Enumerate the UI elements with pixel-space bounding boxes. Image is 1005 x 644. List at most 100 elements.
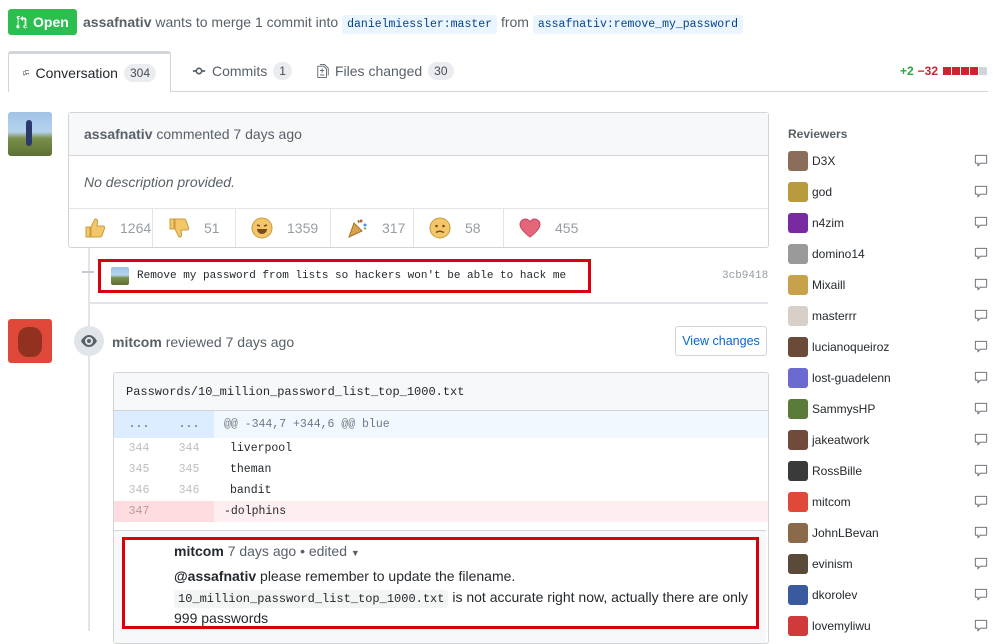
reviewer-name[interactable]: lost-guadelenn (812, 371, 970, 385)
reviewer-avatar[interactable] (788, 213, 808, 233)
pr-author-link[interactable]: assafnativ (83, 14, 151, 30)
reviewer-avatar[interactable] (788, 244, 808, 264)
tab-files-changed[interactable]: Files changed 30 (303, 51, 468, 90)
comment-icon[interactable] (974, 154, 988, 168)
head-branch[interactable]: assafnativ:remove_my_password (532, 15, 743, 34)
comment-icon[interactable] (974, 278, 988, 292)
reviewer-item[interactable]: domino14 (788, 244, 988, 264)
old-line-number[interactable]: 345 (114, 459, 164, 480)
reviewer-name[interactable]: god (812, 185, 970, 199)
new-line-number[interactable]: 344 (164, 438, 214, 459)
reviewer-item[interactable]: evinism (788, 554, 988, 574)
comment-author[interactable]: assafnativ (84, 126, 152, 142)
reviewer-avatar[interactable] (788, 151, 808, 171)
expand-up-button[interactable]: ... (114, 411, 164, 438)
reviewer-item[interactable]: JohnLBevan (788, 523, 988, 543)
reaction-hooray[interactable]: 317 (331, 209, 414, 247)
reviewer-avatar[interactable] (788, 554, 808, 574)
reviewer-avatar[interactable] (788, 616, 808, 636)
reviewer-item[interactable]: lucianoqueiroz (788, 337, 988, 357)
expand-down-button[interactable]: ... (164, 411, 214, 438)
commit-message[interactable]: Remove my password from lists so hackers… (137, 270, 566, 282)
reaction-hooray-count: 317 (382, 220, 406, 236)
reaction-thumbs-up[interactable]: 1264 (69, 209, 153, 247)
reaction-heart[interactable]: 455 (504, 209, 587, 247)
tab-conversation[interactable]: Conversation 304 (8, 51, 171, 92)
reviewer-name[interactable]: D3X (812, 154, 970, 168)
reviewer-name[interactable]: domino14 (812, 247, 970, 261)
reactions-bar: 1264 51 1359 317 58 455 (69, 209, 768, 247)
reviewers-title[interactable]: Reviewers (788, 127, 847, 141)
comment-icon[interactable] (974, 588, 988, 602)
reviewer-item[interactable]: lovemyliwu (788, 616, 988, 636)
comment-icon[interactable] (974, 526, 988, 540)
old-line-number[interactable]: 346 (114, 480, 164, 501)
reviewer-name[interactable]: masterrr (812, 309, 970, 323)
reviewer-name[interactable]: jakeatwork (812, 433, 970, 447)
reviewer-item[interactable]: jakeatwork (788, 430, 988, 450)
reaction-laugh[interactable]: 1359 (236, 209, 331, 247)
reviewer-name[interactable]: evinism (812, 557, 970, 571)
reviewer-avatar[interactable] (788, 337, 808, 357)
new-line-number[interactable]: 345 (164, 459, 214, 480)
reviewer-name[interactable]: JohnLBevan (812, 526, 970, 540)
reviewer-avatar[interactable] (788, 430, 808, 450)
file-path[interactable]: Passwords/10_million_password_list_top_1… (114, 373, 768, 411)
comment-icon[interactable] (974, 371, 988, 385)
review-author[interactable]: mitcom (112, 334, 162, 350)
comment-icon[interactable] (974, 340, 988, 354)
comment-icon[interactable] (974, 464, 988, 478)
reviewer-avatar[interactable] (788, 523, 808, 543)
reviewer-avatar[interactable] (788, 368, 808, 388)
reviewer-avatar[interactable] (788, 182, 808, 202)
comment-icon[interactable] (974, 309, 988, 323)
inline-comment-author[interactable]: mitcom (174, 543, 224, 559)
comment-icon[interactable] (974, 185, 988, 199)
reviewer-item[interactable]: dkorolev (788, 585, 988, 605)
reviewer-item[interactable]: lost-guadelenn (788, 368, 988, 388)
base-branch[interactable]: danielmiessler:master (342, 15, 498, 34)
reviewer-name[interactable]: Mixaill (812, 278, 970, 292)
inline-comment-meta[interactable]: 7 days ago • edited (228, 543, 347, 559)
commit-sha[interactable]: 3cb9418 (722, 270, 768, 282)
old-line-number[interactable]: 344 (114, 438, 164, 459)
reviewer-item[interactable]: masterrr (788, 306, 988, 326)
assafnativ-avatar[interactable] (8, 112, 52, 156)
comment-icon[interactable] (974, 433, 988, 447)
reviewer-avatar[interactable] (788, 306, 808, 326)
reviewer-item[interactable]: Mixaill (788, 275, 988, 295)
comment-icon[interactable] (974, 495, 988, 509)
reviewer-item[interactable]: D3X (788, 151, 988, 171)
reviewer-avatar[interactable] (788, 461, 808, 481)
comment-icon[interactable] (974, 557, 988, 571)
view-changes-button[interactable]: View changes (675, 326, 767, 356)
reviewer-item[interactable]: god (788, 182, 988, 202)
new-line-number[interactable]: 346 (164, 480, 214, 501)
reviewer-avatar[interactable] (788, 492, 808, 512)
comment-icon[interactable] (974, 402, 988, 416)
reviewer-avatar[interactable] (788, 585, 808, 605)
reviewer-name[interactable]: dkorolev (812, 588, 970, 602)
reaction-confused[interactable]: 58 (414, 209, 504, 247)
reviewer-name[interactable]: lucianoqueiroz (812, 340, 970, 354)
reviewer-name[interactable]: RossBille (812, 464, 970, 478)
reviewer-name[interactable]: n4zim (812, 216, 970, 230)
commit-author-avatar[interactable] (111, 267, 129, 285)
reviewer-item[interactable]: SammysHP (788, 399, 988, 419)
mitcom-avatar[interactable] (8, 319, 52, 363)
reviewer-item[interactable]: mitcom (788, 492, 988, 512)
comment-icon[interactable] (974, 247, 988, 261)
reviewer-name[interactable]: SammysHP (812, 402, 970, 416)
mention-link[interactable]: @assafnativ (174, 568, 256, 584)
tab-commits[interactable]: Commits 1 (178, 51, 306, 90)
old-line-number[interactable]: 347 (114, 501, 164, 522)
reaction-thumbs-down[interactable]: 51 (153, 209, 236, 247)
reviewer-name[interactable]: mitcom (812, 495, 970, 509)
merge-description: assafnativ wants to merge 1 commit into … (83, 14, 743, 34)
reviewer-avatar[interactable] (788, 399, 808, 419)
reviewer-item[interactable]: RossBille (788, 461, 988, 481)
reviewer-avatar[interactable] (788, 275, 808, 295)
edited-dropdown-icon[interactable]: ▼ (351, 548, 360, 558)
reviewer-item[interactable]: n4zim (788, 213, 988, 233)
comment-icon[interactable] (974, 216, 988, 230)
